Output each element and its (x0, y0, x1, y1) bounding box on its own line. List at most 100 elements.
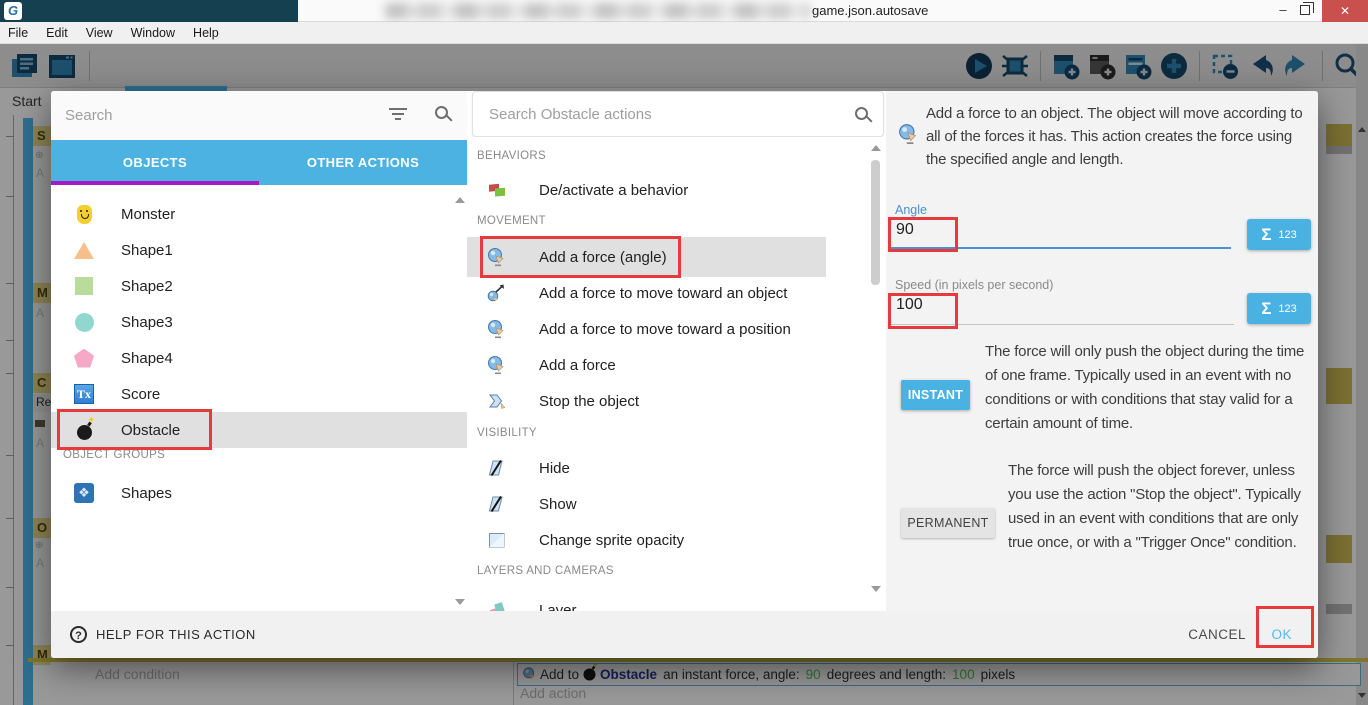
action-search-input[interactable] (489, 100, 819, 128)
action-item-stop-object[interactable]: Stop the object (467, 383, 826, 419)
list-item-obstacle[interactable]: Obstacle (51, 412, 467, 448)
close-button[interactable]: ✕ (1322, 0, 1368, 22)
action-label: Add a force to move toward an object (539, 285, 787, 302)
list-item-shape1[interactable]: Shape1 (51, 232, 467, 268)
titlebar-dark-region (0, 0, 298, 22)
list-item-shape2[interactable]: Shape2 (51, 268, 467, 304)
angle-input-underline (891, 247, 1231, 249)
angle-input[interactable] (896, 221, 1226, 239)
action-item-hide[interactable]: Hide (467, 450, 826, 486)
action-search-box (472, 91, 884, 137)
object-label: Obstacle (121, 422, 180, 439)
angle-field-label: Angle (895, 203, 927, 217)
object-label: Shape2 (121, 278, 173, 295)
menu-help[interactable]: Help (185, 26, 229, 40)
scrollbar-thumb[interactable] (871, 160, 880, 285)
list-item-monster[interactable]: Monster (51, 196, 467, 232)
group-icon (73, 483, 95, 503)
tab-other-actions[interactable]: OTHER ACTIONS (259, 140, 467, 185)
scroll-up-icon[interactable] (871, 145, 881, 151)
menubar: File Edit View Window Help (0, 22, 1368, 44)
object-groups-header: OBJECT GROUPS (63, 449, 165, 461)
gdevelop-window: G game.json.autosave – ✕ File Edit View … (0, 0, 1368, 705)
speed-input-underline (891, 324, 1234, 325)
permanent-button[interactable]: PERMANENT (901, 508, 995, 538)
action-description: Add a force to an object. The object wil… (926, 102, 1306, 171)
action-list: BEHAVIORS De/activate a behavior MOVEMEN… (467, 137, 886, 611)
scroll-down-icon[interactable] (871, 586, 881, 592)
show-icon (485, 494, 509, 514)
cancel-button[interactable]: CANCEL (1188, 627, 1246, 642)
menu-edit[interactable]: Edit (38, 26, 78, 40)
action-item-change-opacity[interactable]: Change sprite opacity (467, 522, 826, 558)
instant-button[interactable]: INSTANT (901, 380, 970, 410)
help-link[interactable]: HELP FOR THIS ACTION (96, 627, 256, 642)
sigma-icon: Σ (1261, 299, 1271, 319)
action-item-add-force[interactable]: Add a force (467, 347, 826, 383)
action-label: Show (539, 496, 577, 513)
action-item-deactivate-behavior[interactable]: De/activate a behavior (467, 172, 826, 208)
speed-input[interactable] (896, 296, 1226, 314)
stop-icon (485, 391, 509, 411)
force-icon (485, 247, 509, 267)
object-search-input[interactable] (65, 101, 365, 129)
action-item-add-force-angle[interactable]: Add a force (angle) (467, 237, 826, 277)
force-icon (485, 319, 509, 339)
menu-file[interactable]: File (0, 26, 38, 40)
action-item-force-toward-object[interactable]: Add a force to move toward an object (467, 275, 826, 311)
object-label: Shape4 (121, 350, 173, 367)
angle-expression-button[interactable]: Σ 123 (1247, 219, 1311, 250)
object-label: Monster (121, 206, 175, 223)
object-label: Shape1 (121, 242, 173, 259)
dialog-tabs: OBJECTS OTHER ACTIONS (51, 140, 467, 185)
speed-field-label: Speed (in pixels per second) (895, 278, 1053, 292)
list-item-shapes-group[interactable]: Shapes (51, 475, 467, 511)
action-item-show[interactable]: Show (467, 486, 826, 522)
action-label: Layer (539, 602, 577, 612)
action-parameters-panel: Add a force to an object. The object wil… (886, 91, 1318, 611)
ok-button[interactable]: OK (1271, 627, 1292, 642)
action-item-layer[interactable]: Layer (467, 592, 826, 611)
triangle-icon (73, 242, 95, 259)
force-icon (485, 355, 509, 375)
numbers-icon: 123 (1278, 303, 1296, 315)
titlebar: G game.json.autosave – ✕ (0, 0, 1368, 22)
instant-description: The force will only push the object duri… (985, 340, 1307, 436)
section-header-layers-cameras: LAYERS AND CAMERAS (477, 565, 614, 577)
tab-objects[interactable]: OBJECTS (51, 140, 259, 185)
object-search-bar (51, 91, 467, 140)
force-arrow-icon (485, 283, 509, 303)
section-header-movement: MOVEMENT (477, 215, 546, 227)
numbers-icon: 123 (1278, 229, 1296, 241)
minimize-button[interactable]: – (1270, 0, 1296, 22)
restore-button[interactable] (1300, 5, 1310, 15)
action-item-force-toward-position[interactable]: Add a force to move toward a position (467, 311, 826, 347)
force-icon (898, 123, 920, 150)
action-editor-dialog: OBJECTS OTHER ACTIONS Monster Shape1 Sha… (51, 91, 1318, 658)
menu-view[interactable]: View (78, 26, 123, 40)
list-item-shape3[interactable]: Shape3 (51, 304, 467, 340)
list-item-score[interactable]: Tx Score (51, 376, 467, 412)
help-icon[interactable]: ? (70, 626, 87, 643)
object-label: Score (121, 386, 160, 403)
dialog-footer: ? HELP FOR THIS ACTION CANCEL OK (51, 611, 1318, 658)
section-header-behaviors: BEHAVIORS (477, 150, 546, 162)
action-label: Hide (539, 460, 570, 477)
scroll-down-icon[interactable] (455, 599, 465, 605)
section-header-visibility: VISIBILITY (477, 427, 537, 439)
action-label: De/activate a behavior (539, 182, 688, 199)
search-icon[interactable] (855, 107, 868, 120)
object-list: Monster Shape1 Shape2 Shape3 Shape4 Tx S… (51, 185, 467, 611)
list-item-shape4[interactable]: Shape4 (51, 340, 467, 376)
filter-icon[interactable] (389, 108, 407, 122)
text-object-icon: Tx (73, 384, 95, 404)
window-title: game.json.autosave (812, 3, 928, 18)
hide-icon (485, 458, 509, 478)
menu-window[interactable]: Window (123, 26, 185, 40)
action-label: Add a force (539, 357, 616, 374)
speed-expression-button[interactable]: Σ 123 (1247, 293, 1311, 324)
search-icon[interactable] (435, 106, 448, 119)
object-label: Shape3 (121, 314, 173, 331)
pentagon-icon (73, 349, 95, 368)
behavior-icon (485, 180, 509, 200)
